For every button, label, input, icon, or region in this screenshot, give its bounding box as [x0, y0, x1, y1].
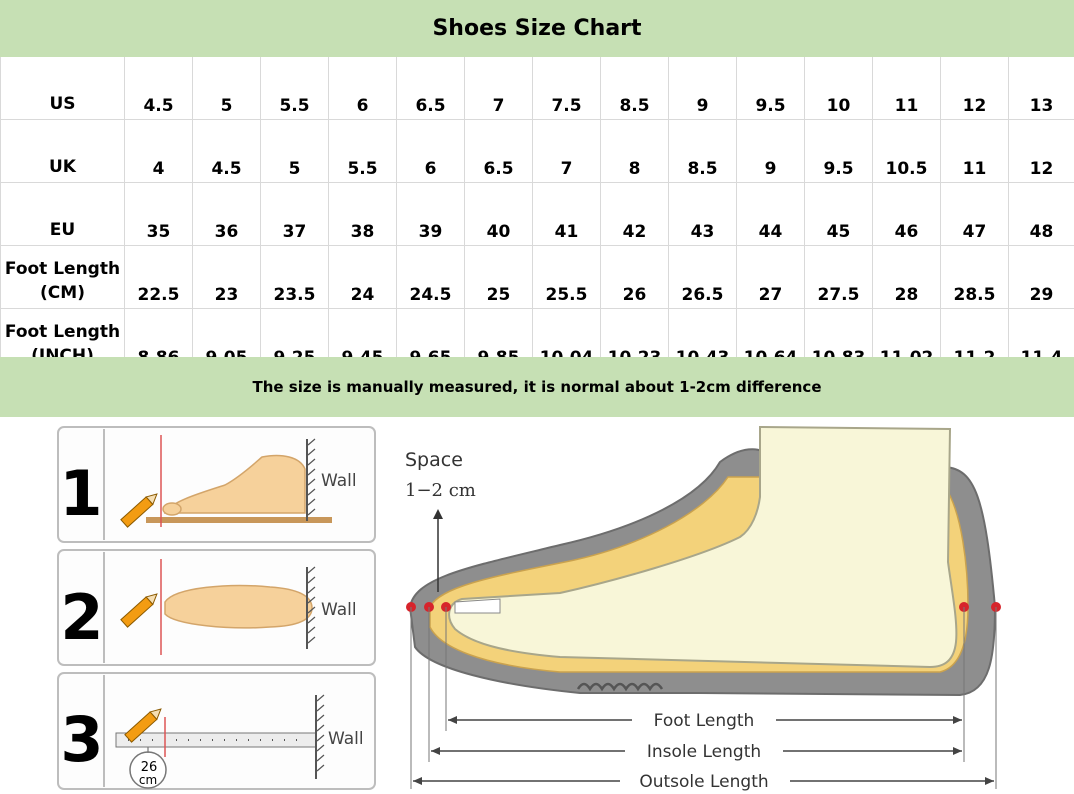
table-cell: 36 — [192, 182, 261, 246]
row-header: Foot Length (CM) — [0, 245, 125, 309]
table-cell: 23.5 — [260, 245, 329, 309]
table-cell: 35 — [124, 182, 193, 246]
table-cell: 9.5 — [804, 119, 873, 183]
table-cell: 4.5 — [192, 119, 261, 183]
table-cell: 24 — [328, 245, 397, 309]
step-3-panel: 3 Wall 26 cm — [57, 672, 376, 790]
wall-label: Wall — [321, 600, 357, 620]
wall-label: Wall — [321, 471, 357, 491]
row-header-line: Foot Length — [4, 322, 121, 342]
ruler-icon — [115, 732, 317, 748]
table-cell: 41 — [532, 182, 601, 246]
space-label: Space — [405, 449, 463, 471]
table-cell: 8 — [600, 119, 669, 183]
floor-board — [146, 517, 332, 523]
table-cell: 38 — [328, 182, 397, 246]
table-cell: 6.5 — [396, 57, 465, 120]
toe-gap — [454, 598, 501, 614]
measurement-note: The size is manually measured, it is nor… — [0, 357, 1074, 417]
table-cell: 25.5 — [532, 245, 601, 309]
table-cell: 12 — [940, 57, 1009, 120]
step-number: 2 — [60, 581, 103, 654]
table-cell: 29 — [1008, 245, 1074, 309]
table-cell: 6.5 — [464, 119, 533, 183]
table-cell: 42 — [600, 182, 669, 246]
table-cell: 6 — [328, 57, 397, 120]
table-cell: 10.5 — [872, 119, 941, 183]
row-header-line: (CM) — [40, 283, 85, 303]
table-cell: 11 — [872, 57, 941, 120]
table-cell: 13 — [1008, 57, 1074, 120]
table-cell: 40 — [464, 182, 533, 246]
table-cell: 7.5 — [532, 57, 601, 120]
table-cell: 12 — [1008, 119, 1074, 183]
table-cell: 9 — [668, 57, 737, 120]
table-cell: 28.5 — [940, 245, 1009, 309]
table-cell: 48 — [1008, 182, 1074, 246]
table-cell: 5.5 — [260, 57, 329, 120]
step-number: 3 — [60, 703, 103, 776]
step-number: 1 — [59, 457, 102, 530]
table-cell: 6 — [396, 119, 465, 183]
wall-label: Wall — [328, 729, 364, 749]
row-header-line: Foot Length — [4, 259, 121, 279]
table-cell: 47 — [940, 182, 1009, 246]
outsole-length-label: Outsole Length — [639, 772, 768, 792]
step-1-panel: 1 Wall — [57, 426, 376, 543]
table-cell: 25 — [464, 245, 533, 309]
table-cell: 10 — [804, 57, 873, 120]
chart-title: Shoes Size Chart — [0, 0, 1074, 57]
table-cell: 9 — [736, 119, 805, 183]
measurement-illustration: 1 Wall 2 Wall 3 Wall 26 cm Space 1−2 cm … — [0, 417, 1074, 794]
table-cell: 26.5 — [668, 245, 737, 309]
table-cell: 39 — [396, 182, 465, 246]
table-cell: 7 — [464, 57, 533, 120]
table-cell: 24.5 — [396, 245, 465, 309]
table-cell: 11 — [940, 119, 1009, 183]
ruler-reading-unit: cm — [139, 773, 157, 787]
table-cell: 8.5 — [668, 119, 737, 183]
foot-length-label: Foot Length — [654, 711, 755, 731]
table-cell: 44 — [736, 182, 805, 246]
insole-length-label: Insole Length — [647, 742, 761, 762]
row-header: US — [0, 57, 125, 120]
table-cell: 27 — [736, 245, 805, 309]
table-cell: 4 — [124, 119, 193, 183]
table-cell: 7 — [532, 119, 601, 183]
table-row: US 4.5 5 5.5 6 6.5 7 7.5 8.5 9 9.5 10 11 12 13 — [0, 57, 1074, 120]
table-cell: 37 — [260, 182, 329, 246]
table-cell: 45 — [804, 182, 873, 246]
table-cell: 5 — [260, 119, 329, 183]
table-cell: 43 — [668, 182, 737, 246]
table-row: UK 4 4.5 5 5.5 6 6.5 7 8 8.5 9 9.5 10.5 11 12 — [0, 119, 1074, 183]
row-header: UK — [0, 119, 125, 183]
table-cell: 8.5 — [600, 57, 669, 120]
table-cell: 28 — [872, 245, 941, 309]
table-cell: 5 — [192, 57, 261, 120]
table-cell: 5.5 — [328, 119, 397, 183]
step-2-panel: 2 Wall — [57, 549, 376, 666]
size-table: US 4.5 5 5.5 6 6.5 7 7.5 8.5 9 9.5 10 11 12 13 UK 4 4.5 5 5… — [0, 57, 1074, 372]
foot-icon — [164, 584, 313, 629]
table-cell: 27.5 — [804, 245, 873, 309]
table-cell: 22.5 — [124, 245, 193, 309]
row-header: EU — [0, 182, 125, 246]
table-cell: 46 — [872, 182, 941, 246]
table-cell: 26 — [600, 245, 669, 309]
table-cell: 4.5 — [124, 57, 193, 120]
space-value: 1−2 cm — [405, 480, 476, 501]
table-row: EU 35 36 37 38 39 40 41 42 43 44 45 46 47 48 — [0, 182, 1074, 246]
table-cell: 9.5 — [736, 57, 805, 120]
table-cell: 23 — [192, 245, 261, 309]
table-row: Foot Length (CM) 22.5 23 23.5 24 24.5 25 25.5 26 2… — [0, 245, 1074, 309]
illustration-svg: 1 Wall 2 Wall 3 Wall 26 cm Space 1−2 cm … — [0, 417, 1074, 794]
